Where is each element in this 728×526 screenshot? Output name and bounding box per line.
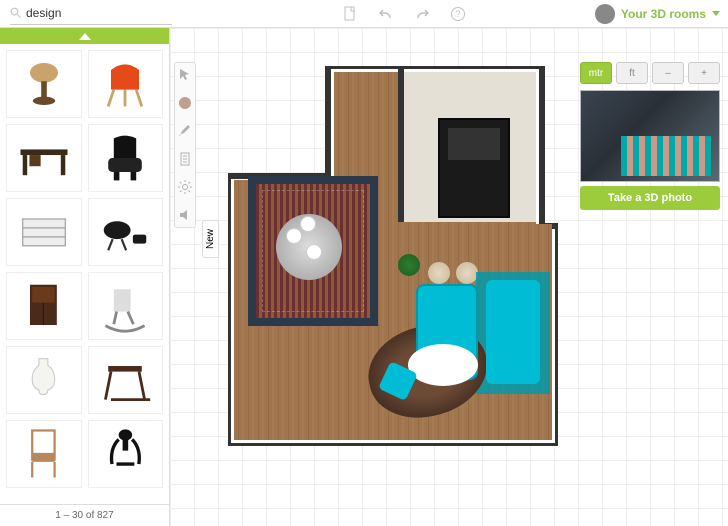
collapse-button[interactable] <box>0 28 169 44</box>
catalog-item-cabinet[interactable] <box>6 272 82 340</box>
canvas[interactable]: New <box>170 28 728 526</box>
take-3d-photo-button[interactable]: Take a 3D photo <box>580 186 720 210</box>
catalog-item-lounge-chair[interactable] <box>88 198 164 266</box>
catalog-item-vase[interactable] <box>6 346 82 414</box>
floorplan[interactable] <box>228 66 558 446</box>
catalog-item-orange-chair[interactable] <box>88 50 164 118</box>
plate[interactable] <box>300 216 316 232</box>
catalog-item-wood-chair[interactable] <box>6 420 82 488</box>
avatar <box>595 4 615 24</box>
plant[interactable] <box>398 254 420 276</box>
material-icon[interactable] <box>177 95 193 111</box>
search-input[interactable] <box>26 6 166 20</box>
plate[interactable] <box>306 244 322 260</box>
catalog-item-black-armchair[interactable] <box>88 124 164 192</box>
units-metric-button[interactable]: mtr <box>580 62 612 84</box>
search-icon <box>10 7 22 19</box>
settings-icon[interactable] <box>177 179 193 195</box>
chevron-up-icon <box>79 33 91 40</box>
catalog-item-dresser[interactable] <box>6 198 82 266</box>
coffee-table[interactable] <box>408 344 478 386</box>
user-label: Your 3D rooms <box>621 7 706 21</box>
new-tab[interactable]: New <box>202 220 219 258</box>
clipboard-icon[interactable] <box>177 151 193 167</box>
3d-preview[interactable] <box>580 90 720 182</box>
units-imperial-button[interactable]: ft <box>616 62 648 84</box>
top-toolbar: ? <box>342 6 466 22</box>
pointer-icon[interactable] <box>177 67 193 83</box>
catalog-item-table-lamp[interactable] <box>6 50 82 118</box>
document-icon[interactable] <box>342 6 358 22</box>
chevron-down-icon <box>712 11 720 16</box>
brush-icon[interactable] <box>177 123 193 139</box>
sofa[interactable] <box>486 280 540 384</box>
catalog-item-dog-lamp[interactable] <box>88 420 164 488</box>
redo-icon[interactable] <box>414 6 430 22</box>
catalog-item-rocking-chair[interactable] <box>88 272 164 340</box>
search-field[interactable] <box>10 3 172 25</box>
zoom-out-button[interactable]: – <box>652 62 684 84</box>
kitchen-island[interactable] <box>438 118 510 218</box>
tool-palette <box>174 62 196 228</box>
user-menu[interactable]: Your 3D rooms <box>595 4 720 24</box>
sound-icon[interactable] <box>177 207 193 223</box>
pager: 1 – 30 of 827 <box>0 504 169 526</box>
top-bar: ? Your 3D rooms <box>0 0 728 28</box>
pouf[interactable] <box>456 262 478 284</box>
catalog-sidebar: 1 – 30 of 827 <box>0 28 170 526</box>
catalog-item-side-table[interactable] <box>88 346 164 414</box>
zoom-in-button[interactable]: + <box>688 62 720 84</box>
svg-text:?: ? <box>455 9 460 19</box>
catalog-item-desk[interactable] <box>6 124 82 192</box>
pouf[interactable] <box>428 262 450 284</box>
help-icon[interactable]: ? <box>450 6 466 22</box>
undo-icon[interactable] <box>378 6 394 22</box>
right-panel: mtr ft – + Take a 3D photo <box>580 62 720 210</box>
plate[interactable] <box>286 228 302 244</box>
